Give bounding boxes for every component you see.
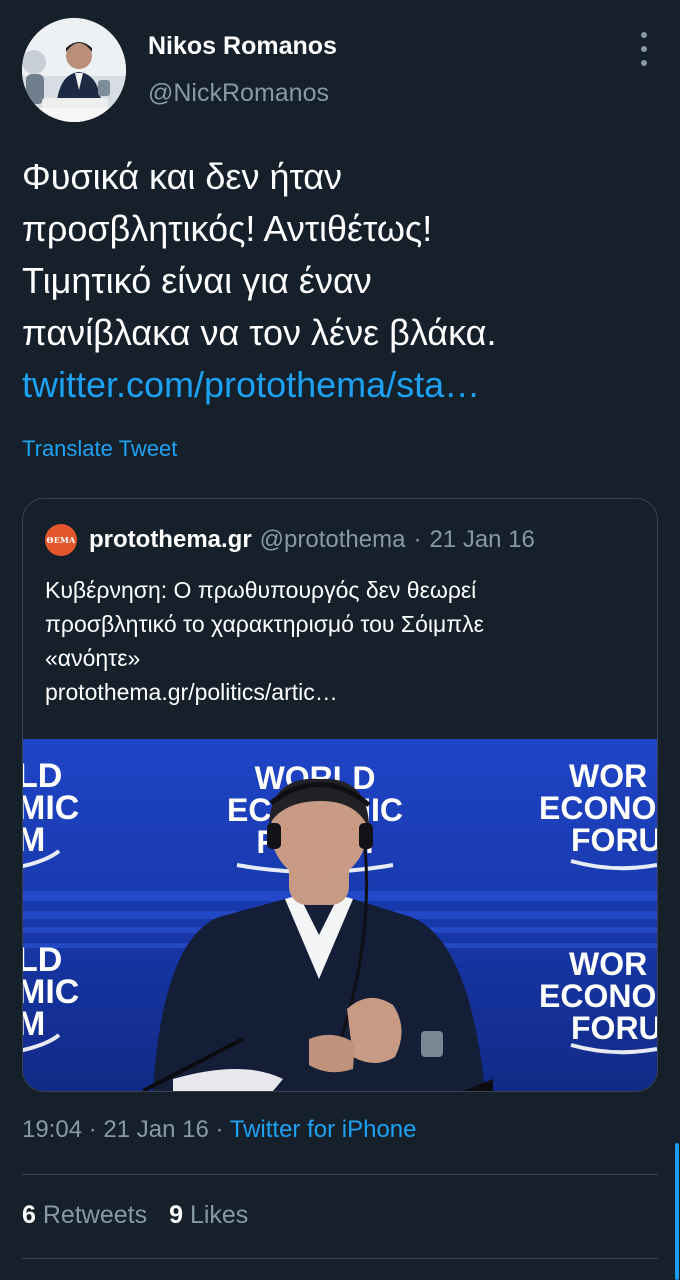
divider xyxy=(22,1174,658,1175)
quoted-date: 21 Jan 16 xyxy=(429,526,535,553)
likes-stat[interactable]: 9 Likes xyxy=(169,1201,248,1230)
quoted-logo-text: ΘΕΜΑ xyxy=(46,535,76,545)
avatar-photo xyxy=(22,18,126,122)
likes-label: Likes xyxy=(189,1201,249,1229)
tweet-meta: 19:04 · 21 Jan 16 · Twitter for iPhone xyxy=(22,1116,416,1144)
quoted-text-line: «ανόητε» xyxy=(45,645,141,671)
tweet-text-line: προσβλητικός! Αντιθέτως! xyxy=(22,208,433,249)
quoted-tweet-header: ΘΕΜΑ protothema.gr @protothema · 21 Jan … xyxy=(45,523,535,557)
divider xyxy=(22,1258,658,1259)
banner-text: WOR xyxy=(569,946,647,982)
banner-text: M xyxy=(23,821,45,859)
tweet-date: 21 Jan 16 xyxy=(103,1116,209,1143)
quoted-text-line: Κυβέρνηση: Ο πρωθυπουργός δεν θεωρεί xyxy=(45,577,477,603)
tweet-text-line: Φυσικά και δεν ήταν xyxy=(22,156,343,197)
more-dot xyxy=(641,46,647,52)
retweets-stat[interactable]: 6 Retweets xyxy=(22,1201,147,1230)
author-avatar[interactable] xyxy=(22,18,126,122)
quoted-avatar: ΘΕΜΑ xyxy=(45,524,77,556)
tweet-stats: 6 Retweets 9 Likes xyxy=(22,1201,270,1230)
scrollbar[interactable] xyxy=(675,1143,679,1280)
banner-text: ECONO xyxy=(539,978,656,1014)
quoted-separator: · xyxy=(413,526,422,553)
quoted-author-name: protothema.gr xyxy=(89,526,252,553)
quoted-link: protothema.gr/politics/artic… xyxy=(45,679,338,705)
more-dot xyxy=(641,60,647,66)
retweets-label: Retweets xyxy=(42,1201,148,1229)
author-handle[interactable]: @NickRomanos xyxy=(148,79,329,108)
tweet-text-line: πανίβλακα να τον λένε βλάκα. xyxy=(22,312,497,353)
banner-text: FORU xyxy=(571,1010,657,1046)
tweet-source-link[interactable]: Twitter for iPhone xyxy=(230,1116,417,1143)
more-dot xyxy=(641,32,647,38)
quoted-tweet-image[interactable]: LD MIC M LD MIC M WORLD ECONOMIC FORUM W… xyxy=(23,739,657,1091)
banner-text: FORU xyxy=(571,822,657,858)
translate-tweet-link[interactable]: Translate Tweet xyxy=(22,436,177,462)
tweet-text-line: Τιμητικό είναι για έναν xyxy=(22,260,372,301)
tweet-header: Nikos Romanos @NickRomanos xyxy=(22,18,662,122)
likes-count: 9 xyxy=(169,1201,183,1229)
meta-separator: · xyxy=(88,1116,97,1143)
retweets-count: 6 xyxy=(22,1201,36,1229)
tweet-link[interactable]: twitter.com/protothema/sta… xyxy=(22,359,642,411)
banner-text: WOR xyxy=(569,758,647,794)
quoted-text: Κυβέρνηση: Ο πρωθυπουργός δεν θεωρεί προ… xyxy=(45,573,635,709)
meta-separator: · xyxy=(215,1116,224,1143)
quoted-text-line: προσβλητικό το χαρακτηρισμό του Σόιμπλε xyxy=(45,611,484,637)
banner-text: M xyxy=(23,1005,45,1043)
author-name[interactable]: Nikos Romanos xyxy=(148,32,337,61)
quoted-tweet-card[interactable]: ΘΕΜΑ protothema.gr @protothema · 21 Jan … xyxy=(22,498,658,1092)
quoted-author-handle: @protothema xyxy=(259,526,406,553)
more-options-icon[interactable] xyxy=(632,32,656,66)
banner-text: ECONO xyxy=(539,790,656,826)
tweet-time: 19:04 xyxy=(22,1116,83,1143)
tweet-text: Φυσικά και δεν ήταν προσβλητικός! Αντιθέ… xyxy=(22,151,642,411)
